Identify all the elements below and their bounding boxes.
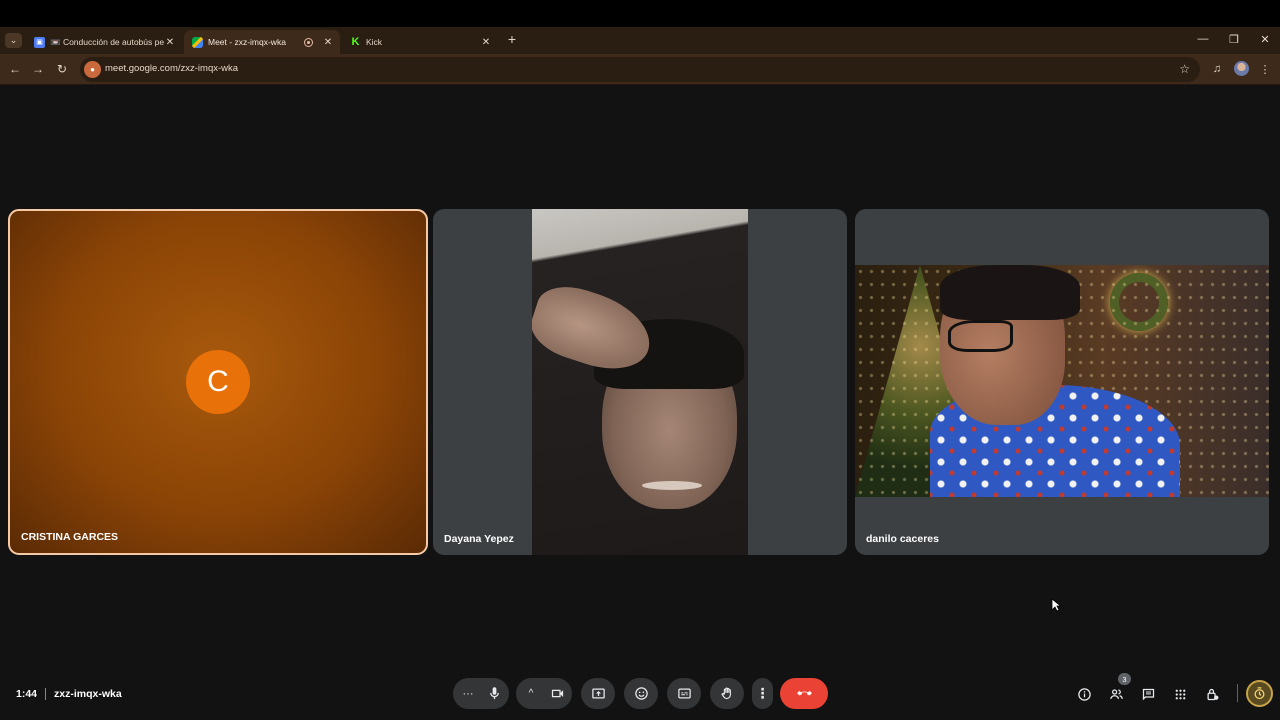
- activities-grid-icon[interactable]: [1171, 685, 1189, 703]
- microphone-icon[interactable]: [481, 686, 507, 701]
- camera-icon[interactable]: [544, 686, 570, 701]
- docs-icon: ▣: [34, 36, 45, 48]
- timer-icon[interactable]: [1246, 680, 1273, 707]
- minimize-icon[interactable]: —: [1194, 31, 1212, 47]
- captions-button[interactable]: [667, 678, 701, 709]
- participant-tile[interactable]: C CRISTINA GARCES: [8, 209, 428, 555]
- participant-tile[interactable]: Dayana Yepez: [433, 209, 847, 555]
- participant-video: [855, 265, 1269, 497]
- host-controls-lock-icon[interactable]: [1203, 685, 1221, 703]
- participant-video: [532, 209, 748, 555]
- more-options-button[interactable]: ⋮: [752, 678, 773, 709]
- participant-name: danilo caceres: [866, 533, 939, 545]
- tab-title: Meet - zxz-imqx-wka: [208, 37, 286, 47]
- address-bar[interactable]: ● meet.google.com/zxz-imqx-wka ☆: [80, 57, 1200, 82]
- microphone-control-group: ···: [453, 678, 509, 709]
- media-control-icon[interactable]: ♫: [1210, 62, 1224, 76]
- screen: { "browser": { "tabs": [ {"title": "\ud8…: [0, 0, 1280, 720]
- mouse-cursor-icon: [1051, 598, 1061, 612]
- video-options-icon[interactable]: ^: [518, 688, 544, 699]
- tab-title: Kick: [366, 37, 383, 47]
- divider: [45, 688, 47, 700]
- more-menu-icon[interactable]: ⋮: [1258, 62, 1272, 76]
- present-icon: [591, 688, 605, 699]
- hand-icon: [721, 687, 731, 700]
- divider: [1237, 684, 1238, 702]
- meeting-details-icon[interactable]: [1075, 685, 1093, 703]
- chat-icon[interactable]: [1139, 685, 1157, 703]
- tab-meet[interactable]: Meet - zxz-imqx-wka ✕: [184, 30, 340, 54]
- hang-up-icon: [796, 691, 812, 696]
- close-tab-icon[interactable]: ✕: [164, 36, 176, 48]
- camera-control-group: ^: [516, 678, 572, 709]
- back-icon[interactable]: ←: [7, 61, 23, 77]
- present-screen-button[interactable]: [581, 678, 615, 709]
- captions-icon: [677, 688, 691, 699]
- audio-options-icon[interactable]: ···: [455, 688, 481, 700]
- close-tab-icon[interactable]: ✕: [480, 36, 492, 48]
- profile-avatar[interactable]: [1234, 61, 1249, 76]
- tab-search-button[interactable]: ⌄: [5, 33, 22, 48]
- meeting-code: zxz-imqx-wka: [54, 688, 122, 700]
- more-vert-icon: ⋮: [755, 685, 770, 701]
- url-text: meet.google.com/zxz-imqx-wka: [105, 63, 239, 74]
- site-info-icon[interactable]: ●: [84, 61, 101, 78]
- browser-toolbar: ← → ↻ ● meet.google.com/zxz-imqx-wka ☆ ♫…: [0, 54, 1280, 85]
- meeting-info: 1:44 zxz-imqx-wka: [16, 688, 122, 700]
- participant-count-badge: 3: [1118, 673, 1131, 685]
- tab-title: 📼 Conducción de autobús pelí: [50, 36, 164, 47]
- leave-call-button[interactable]: [780, 678, 828, 709]
- meeting-time: 1:44: [16, 688, 38, 700]
- forward-icon[interactable]: →: [30, 61, 46, 77]
- new-tab-button[interactable]: +: [505, 31, 519, 47]
- participant-name: CRISTINA GARCES: [21, 531, 119, 543]
- raise-hand-button[interactable]: [710, 678, 744, 709]
- reload-icon[interactable]: ↻: [54, 61, 70, 77]
- emoji-icon: [634, 687, 648, 700]
- close-tab-icon[interactable]: ✕: [322, 36, 334, 48]
- restore-icon[interactable]: ❐: [1225, 31, 1243, 47]
- recording-icon: [304, 37, 313, 47]
- people-icon[interactable]: [1107, 685, 1125, 703]
- tab-docs[interactable]: ▣ 📼 Conducción de autobús pelí ✕: [26, 30, 182, 54]
- meet-icon: [192, 36, 203, 48]
- avatar: C: [186, 350, 250, 414]
- close-window-icon[interactable]: ✕: [1256, 31, 1274, 47]
- tab-kick[interactable]: K Kick ✕: [342, 30, 498, 54]
- bookmark-star-icon[interactable]: ☆: [1179, 62, 1190, 76]
- tab-bar: ⌄ ▣ 📼 Conducción de autobús pelí ✕ Meet …: [0, 27, 1280, 54]
- participant-tile[interactable]: danilo caceres: [855, 209, 1269, 555]
- reactions-button[interactable]: [624, 678, 658, 709]
- kick-icon: K: [351, 36, 360, 48]
- top-strip: [0, 0, 1280, 27]
- meeting-controls-bar: 1:44 zxz-imqx-wka ··· ^ ⋮: [0, 670, 1280, 718]
- participant-name: Dayana Yepez: [444, 533, 514, 545]
